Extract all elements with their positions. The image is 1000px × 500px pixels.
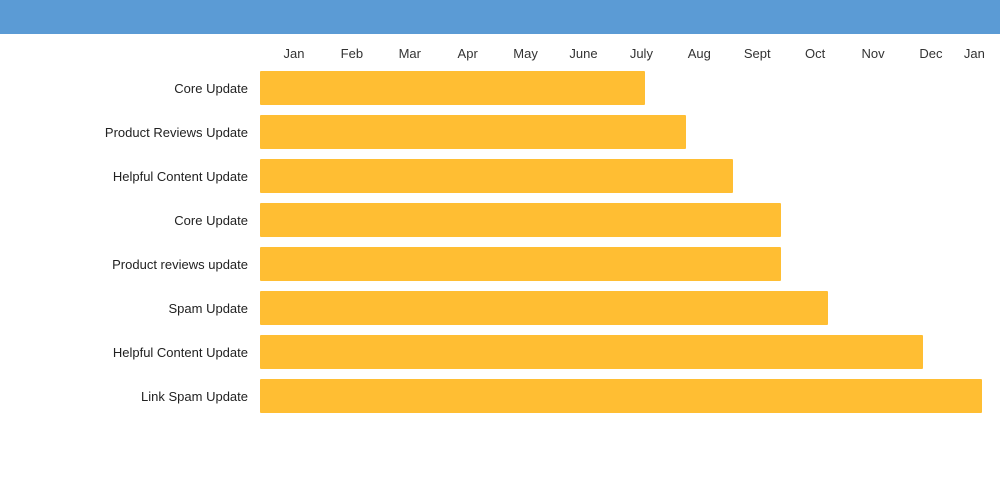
month-label-sept-8: Sept	[728, 46, 786, 61]
row-label: Spam Update	[10, 301, 260, 316]
bar-area	[260, 113, 970, 151]
month-label-aug-7: Aug	[670, 46, 728, 61]
month-label-may-4: May	[497, 46, 555, 61]
month-label-jan-0: Jan	[265, 46, 323, 61]
bar-area	[260, 69, 970, 107]
bar	[260, 203, 781, 237]
row-label: Helpful Content Update	[10, 169, 260, 184]
bar	[260, 335, 923, 369]
bar-area	[260, 201, 970, 239]
month-label-dec-11: Dec	[902, 46, 960, 61]
bar	[260, 291, 828, 325]
month-label-oct-9: Oct	[786, 46, 844, 61]
bar-area	[260, 289, 970, 327]
chart-row: Product Reviews Update	[10, 113, 970, 151]
bar	[260, 159, 733, 193]
row-label: Core Update	[10, 213, 260, 228]
bar-area	[260, 245, 970, 283]
row-label: Product reviews update	[10, 257, 260, 272]
month-label-jan-12: Jan	[960, 46, 989, 61]
chart-row: Helpful Content Update	[10, 157, 970, 195]
chart-row: Core Update	[10, 69, 970, 107]
bar-area	[260, 377, 970, 415]
chart-row: Product reviews update	[10, 245, 970, 283]
chart-row: Core Update	[10, 201, 970, 239]
row-label: Link Spam Update	[10, 389, 260, 404]
month-axis: JanFebMarAprMayJuneJulyAugSeptOctNovDecJ…	[265, 46, 970, 61]
month-label-nov-10: Nov	[844, 46, 902, 61]
chart-row: Helpful Content Update	[10, 333, 970, 371]
month-label-july-6: July	[612, 46, 670, 61]
month-label-mar-2: Mar	[381, 46, 439, 61]
chart-container: JanFebMarAprMayJuneJulyAugSeptOctNovDecJ…	[0, 34, 1000, 425]
month-label-june-5: June	[555, 46, 613, 61]
bar-area	[260, 157, 970, 195]
bar	[260, 247, 781, 281]
bar-area	[260, 333, 970, 371]
rows-area: Core Update Product Reviews Update Helpful…	[10, 69, 970, 415]
bar	[260, 115, 686, 149]
month-label-feb-1: Feb	[323, 46, 381, 61]
bar	[260, 71, 645, 105]
row-label: Product Reviews Update	[10, 125, 260, 140]
chart-row: Spam Update	[10, 289, 970, 327]
header	[0, 0, 1000, 34]
month-label-apr-3: Apr	[439, 46, 497, 61]
row-label: Core Update	[10, 81, 260, 96]
bar	[260, 379, 982, 413]
row-label: Helpful Content Update	[10, 345, 260, 360]
chart-row: Link Spam Update	[10, 377, 970, 415]
